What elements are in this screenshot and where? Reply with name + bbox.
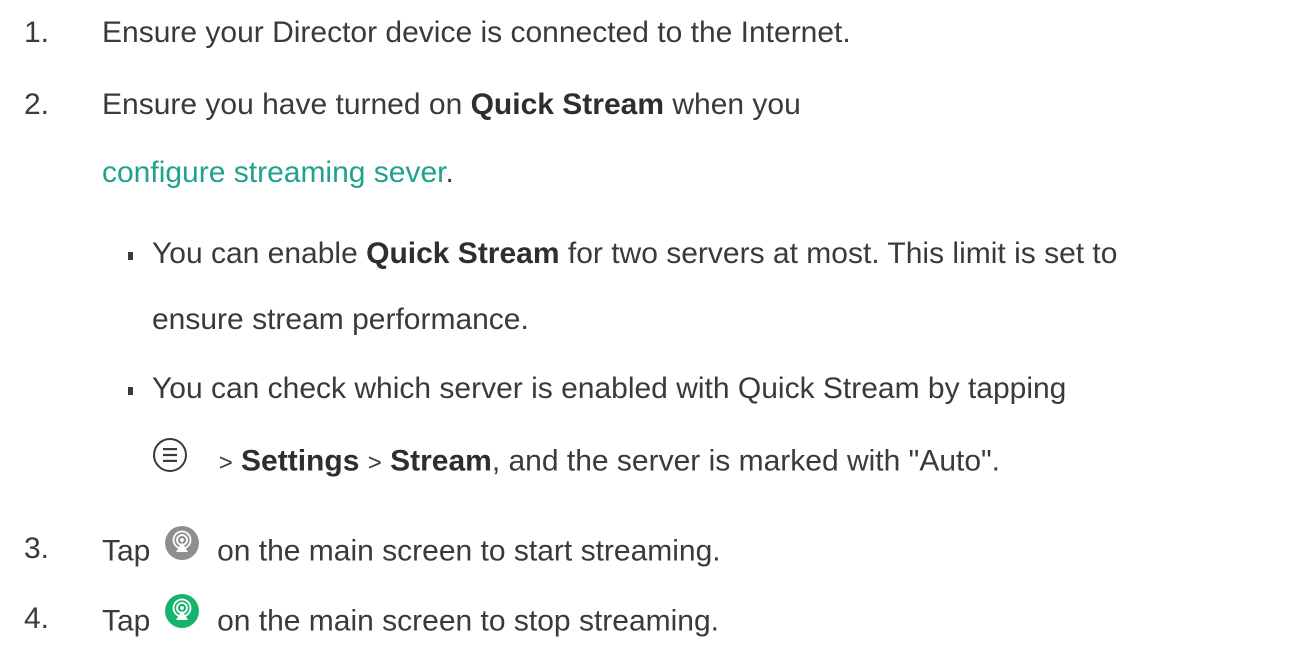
stream-start-icon — [164, 526, 199, 569]
bullet-text-pre: You can enable — [152, 237, 358, 270]
step-text: Ensure your Director device is connected… — [102, 16, 851, 49]
bullet-text-line2: ensure stream performance. — [152, 303, 529, 336]
configure-streaming-server-link[interactable]: configure streaming sever — [102, 156, 446, 189]
step-number: 1. — [24, 16, 50, 49]
bullet-text-post: , and the server is marked with "Auto". — [491, 444, 1001, 478]
bullet-text-line2: > Settings > Stream, and the server is m… — [152, 437, 1001, 485]
step-text: Tap on the main screen to stop streaming… — [102, 594, 719, 644]
settings-label: Settings — [241, 444, 360, 478]
stream-stop-icon — [164, 594, 199, 637]
quick-stream-label: Quick Stream — [470, 88, 665, 121]
breadcrumb-separator: > — [367, 449, 382, 477]
bullet-text: You can enable Quick Stream for two serv… — [152, 236, 1117, 272]
step-text: Tap on the main screen to start streamin… — [102, 526, 721, 574]
bullet-text: You can check which server is enabled wi… — [152, 372, 1067, 405]
step-text-post: on the main screen to start streaming. — [217, 534, 721, 568]
quick-stream-label: Quick Stream — [366, 237, 560, 270]
step-tap-label: Tap — [102, 604, 151, 638]
step-text-line2: configure streaming sever. — [102, 155, 454, 191]
step-text-post: when you — [672, 88, 801, 121]
step-number: 2. — [24, 88, 50, 121]
bullet-text-post: for two servers at most. This limit is s… — [567, 237, 1118, 270]
breadcrumb-separator: > — [218, 449, 233, 477]
menu-circle-icon — [152, 437, 188, 482]
step-tap-label: Tap — [102, 534, 151, 568]
stream-label: Stream — [390, 444, 492, 478]
step-text-pre: Ensure you have turned on — [102, 88, 463, 121]
step-text: Ensure you have turned on Quick Stream w… — [102, 87, 801, 123]
step-text-post: on the main screen to stop streaming. — [217, 604, 719, 638]
bullet-marker — [128, 387, 133, 395]
step-text-end: . — [445, 156, 454, 189]
step-number: 3. — [24, 532, 50, 565]
bullet-marker — [128, 252, 133, 260]
step-number: 4. — [24, 602, 50, 635]
